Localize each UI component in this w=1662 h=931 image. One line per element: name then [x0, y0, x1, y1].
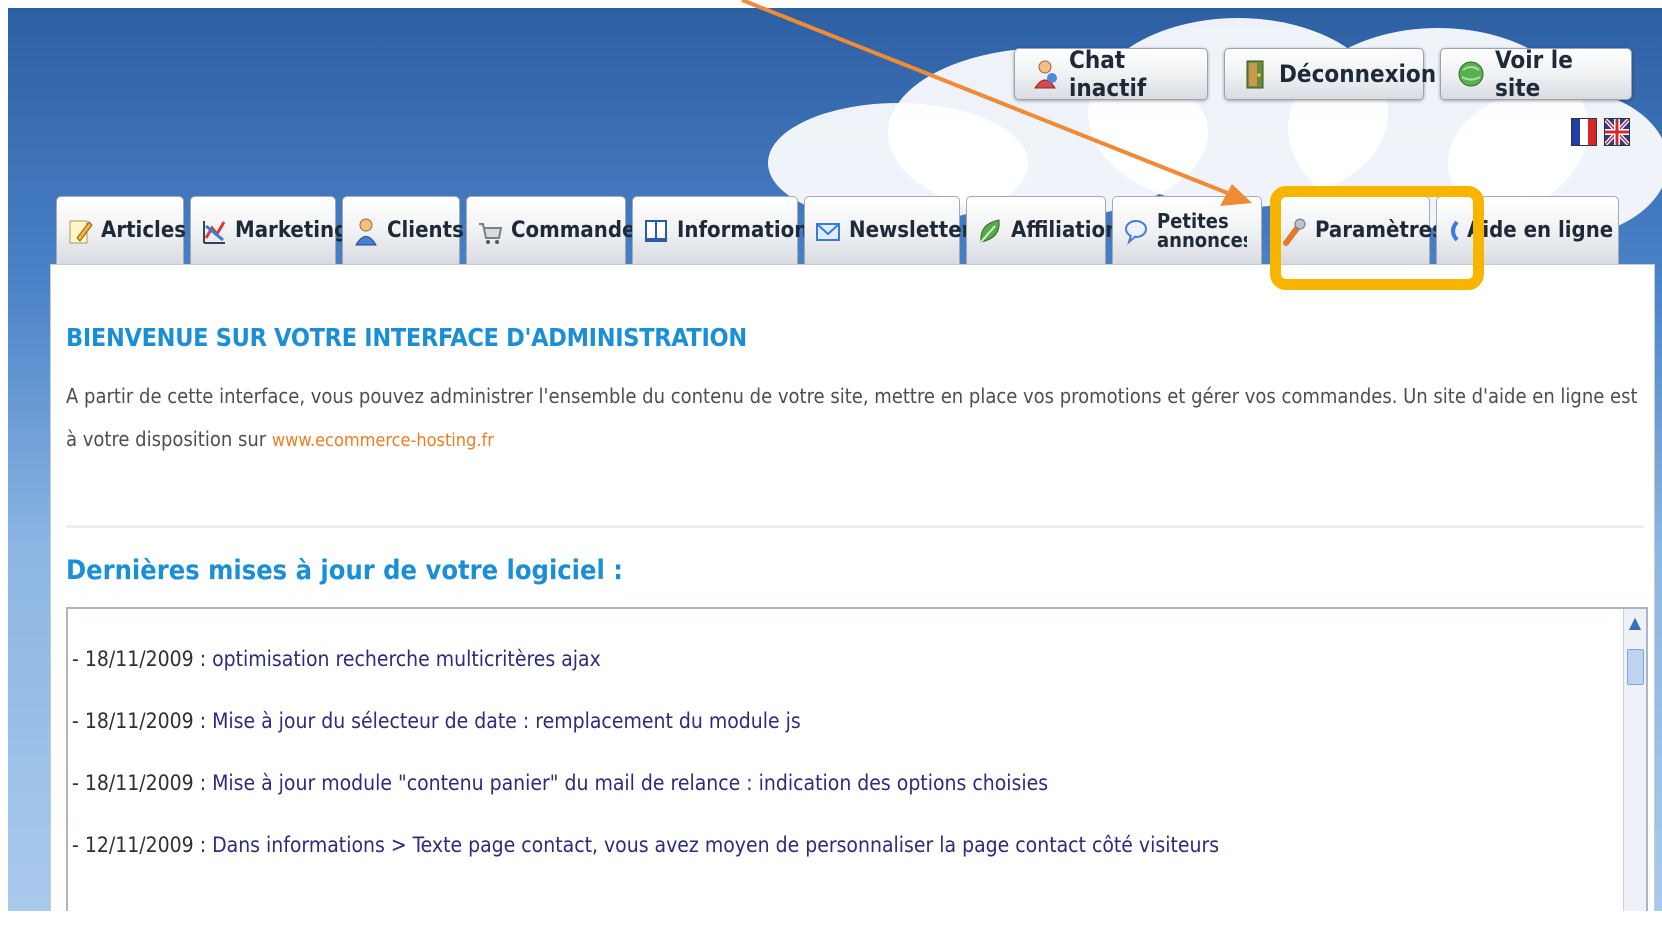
view-site-button[interactable]: Voir le site	[1440, 46, 1632, 102]
list-item: - 18/11/2009 : optimisation recherche mu…	[72, 647, 601, 671]
book-icon	[643, 216, 669, 246]
admin-window: Chat inactif Déconnexion Voir le site Ar…	[8, 8, 1662, 911]
tab-label: Commandes	[511, 218, 648, 243]
intro-paragraph: A partir de cette interface, vous pouvez…	[66, 375, 1641, 462]
tab-label: Aide en ligne	[1467, 218, 1614, 243]
list-item: - 12/11/2009 : Dans informations > Texte…	[72, 833, 1220, 857]
scroll-thumb[interactable]	[1627, 649, 1644, 685]
tab-commandes[interactable]: Commandes	[466, 196, 647, 264]
globe-icon	[1457, 58, 1485, 90]
tab-label: Petites annonces	[1157, 211, 1247, 250]
tab-label: Affiliation	[1011, 218, 1120, 243]
user-icon	[353, 216, 379, 246]
divider	[66, 525, 1644, 528]
updates-list[interactable]: - 18/11/2009 : optimisation recherche mu…	[66, 607, 1648, 911]
tab-label: Marketing	[235, 218, 349, 243]
tab-affiliation[interactable]: Affiliation	[966, 196, 1119, 264]
chat-button-label: Chat inactif	[1069, 46, 1147, 102]
page-title: BIENVENUE SUR VOTRE INTERFACE D'ADMINIST…	[66, 323, 747, 352]
updates-heading: Dernières mises à jour de votre logiciel…	[66, 555, 623, 586]
tab-clients[interactable]: Clients	[342, 196, 464, 264]
tab-petites-annonces[interactable]: Petites annonces	[1112, 196, 1262, 264]
pencil-note-icon	[67, 216, 93, 246]
list-item: - 18/11/2009 : Mise à jour du sélecteur …	[72, 709, 801, 733]
list-item: - 18/11/2009 : Mise à jour module "conte…	[72, 771, 1049, 795]
logout-button-label: Déconnexion	[1279, 60, 1437, 88]
scroll-up-arrow-icon[interactable]: ▲	[1626, 611, 1644, 635]
view-site-button-label: Voir le site	[1495, 46, 1573, 102]
tab-informations[interactable]: Informations	[632, 196, 820, 264]
cart-icon	[477, 216, 503, 246]
vertical-scrollbar[interactable]: ▲	[1623, 609, 1646, 911]
tab-newsletter[interactable]: Newsletter	[804, 196, 971, 264]
tab-label: Clients	[387, 218, 464, 243]
tab-marketing[interactable]: Marketing	[190, 196, 348, 264]
tab-label: Newsletter	[849, 218, 972, 243]
english-flag-icon[interactable]	[1604, 118, 1630, 146]
main-content: BIENVENUE SUR VOTRE INTERFACE D'ADMINIST…	[50, 264, 1655, 911]
chat-user-icon	[1031, 58, 1059, 90]
door-icon	[1241, 58, 1269, 90]
french-flag-icon[interactable]	[1571, 118, 1597, 146]
speech-bubble-icon	[1123, 216, 1149, 246]
parametres-highlight-box	[1270, 186, 1484, 290]
tab-articles[interactable]: Articles	[56, 196, 187, 264]
tab-label: Articles	[101, 218, 187, 243]
help-site-link[interactable]: www.ecommerce-hosting.fr	[272, 430, 494, 451]
leaf-icon	[977, 216, 1003, 246]
chart-icon	[201, 216, 227, 246]
envelope-icon	[815, 216, 841, 246]
tab-label: Informations	[677, 218, 821, 243]
logout-button[interactable]: Déconnexion	[1224, 48, 1436, 100]
chat-button[interactable]: Chat inactif	[1014, 46, 1208, 102]
